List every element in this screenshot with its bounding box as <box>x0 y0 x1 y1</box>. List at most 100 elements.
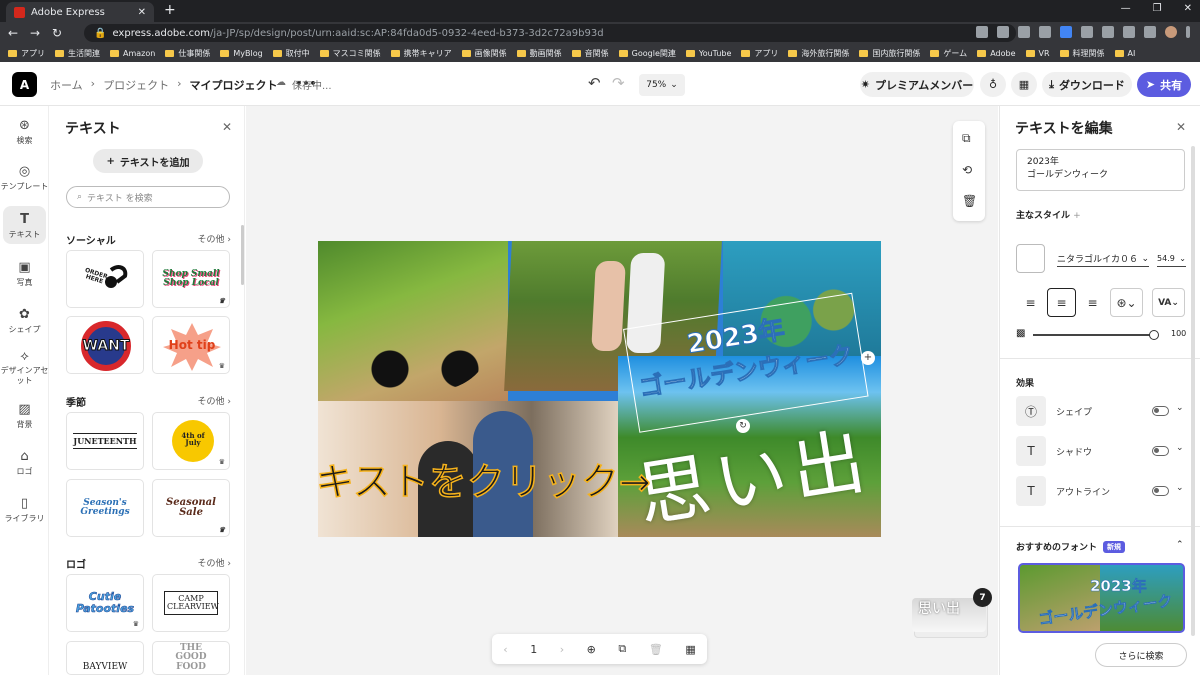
bookmark-item[interactable]: 生活関連 <box>55 48 100 59</box>
bookmark-item[interactable]: ゲーム <box>930 48 967 59</box>
text-preset-tile[interactable]: Hot tip ♛ <box>152 316 230 374</box>
bookmark-item[interactable]: 国内旅行関係 <box>859 48 920 59</box>
text-preset-tile[interactable]: Season's Greetings <box>66 479 144 537</box>
extension-icon[interactable] <box>1081 26 1093 38</box>
close-tab-icon[interactable]: ✕ <box>138 7 146 18</box>
new-tab-icon[interactable]: + <box>164 2 176 18</box>
share-button[interactable]: ➤ 共有 <box>1137 72 1191 97</box>
bookmark-item[interactable]: Amazon <box>110 49 155 58</box>
chevron-down-icon[interactable]: ⌄ <box>1176 443 1184 453</box>
more-link[interactable]: その他 › <box>198 232 231 245</box>
adobe-express-logo[interactable]: A <box>12 72 37 97</box>
duplicate-page-icon[interactable]: ⧉ <box>618 642 626 656</box>
rail-item-text[interactable]: T テキスト <box>3 206 46 244</box>
bookmark-item[interactable]: マスコミ関係 <box>319 48 381 59</box>
page-count-badge[interactable]: 7 <box>973 588 992 607</box>
text-content-field[interactable]: 2023年 ゴールデンウィーク <box>1016 149 1185 191</box>
slider-thumb[interactable] <box>1149 330 1159 340</box>
zoom-select[interactable]: 75% ⌄ <box>639 74 685 96</box>
bookmark-item[interactable]: AI <box>1114 49 1135 58</box>
recommended-font-preview[interactable]: 2023年 ゴールデンウィーク <box>1018 563 1185 633</box>
undo-icon[interactable]: ↶ <box>588 74 601 92</box>
text-preset-tile[interactable]: JUNETEENTH <box>66 412 144 470</box>
letter-spacing-select[interactable]: VA⌄ <box>1152 288 1185 317</box>
opacity-slider[interactable]: ▩ 100 <box>1016 328 1188 342</box>
bookmark-item[interactable]: 携帯キャリア <box>390 48 452 59</box>
delete-page-icon[interactable]: 🗑 <box>649 643 663 656</box>
extension-icon[interactable] <box>1060 26 1072 38</box>
bookmark-item[interactable]: YouTube <box>685 49 731 58</box>
bookmark-item[interactable]: 海外旅行関係 <box>788 48 849 59</box>
chevron-up-icon[interactable]: ⌃ <box>1176 540 1184 550</box>
bookmark-star-icon[interactable] <box>1018 26 1030 38</box>
reload-icon[interactable]: ↻ <box>48 26 66 40</box>
text-preset-tile[interactable]: WANT <box>66 316 144 374</box>
bookmark-item[interactable]: MyBlog <box>220 49 263 58</box>
text-color-swatch[interactable] <box>1016 244 1045 273</box>
bookmark-item[interactable]: 画像関係 <box>461 48 507 59</box>
bookmark-item[interactable]: アプリ <box>8 48 45 59</box>
redo-icon[interactable]: ↷ <box>612 74 625 92</box>
grid-view-icon[interactable]: ▦ <box>685 643 695 656</box>
bookmark-item[interactable]: アプリ <box>741 48 778 59</box>
more-link[interactable]: その他 › <box>198 556 231 569</box>
text-preset-tile[interactable]: Seasonal Sale ♛ <box>152 479 230 537</box>
minimize-icon[interactable]: — <box>1121 3 1131 14</box>
chevron-down-icon[interactable]: ⌄ <box>1176 403 1184 413</box>
sidebar-icon[interactable] <box>1144 26 1156 38</box>
prev-page-icon[interactable]: ‹ <box>503 643 507 656</box>
bookmark-item[interactable]: 音関係 <box>571 48 609 59</box>
breadcrumb-my-projects[interactable]: マイプロジェクト <box>189 77 277 93</box>
premium-member-button[interactable]: ✷ プレミアムメンバー <box>860 72 974 97</box>
align-right-icon[interactable]: ≡ <box>1078 288 1107 317</box>
text-preset-tile[interactable]: 4th of July ♛ <box>152 412 230 470</box>
chevron-down-icon[interactable]: ⌄ <box>1176 483 1184 493</box>
duplicate-icon[interactable]: ⧉ <box>962 131 971 146</box>
effect-outline-row[interactable]: T アウトライン ⌄ <box>1016 476 1188 506</box>
text-list-select[interactable]: ⊛⌄ <box>1110 288 1143 317</box>
bookmark-item[interactable]: VR <box>1025 49 1050 58</box>
next-page-icon[interactable]: › <box>560 643 564 656</box>
text-preset-tile[interactable]: Shop Small Shop Local ♛ <box>152 250 230 308</box>
text-preset-tile[interactable]: ORDER HERE <box>66 250 144 308</box>
brand-button[interactable]: ♁ <box>980 72 1006 97</box>
breadcrumb-home[interactable]: ホーム <box>50 77 83 93</box>
extension-icon[interactable] <box>1039 26 1051 38</box>
rail-item-photos[interactable]: ▣ 写真 <box>0 260 49 288</box>
shape-toggle[interactable] <box>1152 406 1169 416</box>
rail-item-shapes[interactable]: ✿ シェイプ <box>0 307 49 335</box>
rail-item-library[interactable]: ▯ ライブラリ <box>0 496 49 524</box>
more-link[interactable]: その他 › <box>198 394 231 407</box>
url-field[interactable]: 🔒 express.adobe.com/ja-JP/sp/design/post… <box>84 24 1016 42</box>
breadcrumb-projects[interactable]: プロジェクト <box>103 77 169 93</box>
text-preset-tile[interactable]: CAMP CLEARVIEW <box>152 574 230 632</box>
text-search-input[interactable]: ⌕ テキスト を検索 <box>66 186 230 208</box>
bookmark-item[interactable]: 動画関係 <box>516 48 562 59</box>
browser-tab[interactable]: Adobe Express ✕ <box>6 2 154 22</box>
add-text-button[interactable]: + テキストを追加 <box>93 149 203 173</box>
bookmark-item[interactable]: 仕事関係 <box>165 48 210 59</box>
schedule-button[interactable]: ▦ <box>1011 72 1037 97</box>
add-handle-icon[interactable]: + <box>861 351 875 365</box>
download-button[interactable]: ⤓ ダウンロード <box>1042 72 1132 97</box>
panel-scrollbar[interactable] <box>1191 146 1195 636</box>
design-artboard[interactable]: 2023年 ゴールデンウィーク ↻ + 思い出 テキストをクリック→ <box>318 241 881 537</box>
font-size-select[interactable]: 54.9 ⌄ <box>1157 251 1186 267</box>
font-family-select[interactable]: ニタラゴルイカ０６ ⌄ <box>1057 251 1149 267</box>
shadow-toggle[interactable] <box>1152 446 1169 456</box>
close-icon[interactable]: ✕ <box>222 120 232 134</box>
transform-icon[interactable]: ⟲ <box>962 163 972 177</box>
extension-icon[interactable] <box>976 26 988 38</box>
main-style-header[interactable]: 主なスタイル + <box>1016 208 1081 221</box>
rail-item-search[interactable]: ⊛ 検索 <box>0 118 49 146</box>
profile-avatar[interactable] <box>1165 26 1177 38</box>
trash-icon[interactable]: 🗑 <box>962 194 977 208</box>
maximize-icon[interactable]: ❐ <box>1153 3 1162 14</box>
back-icon[interactable]: ← <box>4 26 22 40</box>
rail-item-templates[interactable]: ◎ テンプレート <box>0 164 49 192</box>
close-icon[interactable]: ✕ <box>1176 120 1186 134</box>
photo-cyclist[interactable] <box>318 241 508 416</box>
extension-icon[interactable] <box>997 26 1009 38</box>
extension-icon[interactable] <box>1102 26 1114 38</box>
rail-item-background[interactable]: ▨ 背景 <box>0 402 49 430</box>
